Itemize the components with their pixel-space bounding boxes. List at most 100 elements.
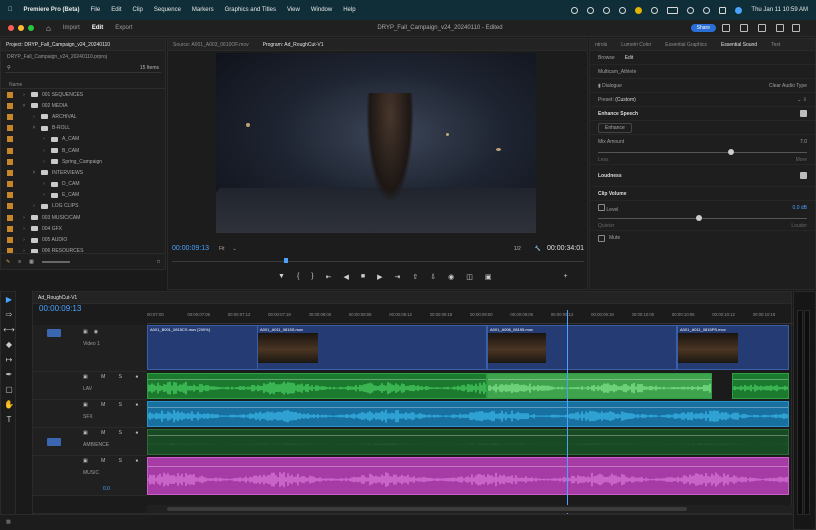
chevron-right-icon[interactable]: › — [41, 181, 47, 187]
bin-item[interactable]: › 001 SEQUENCES — [1, 89, 165, 100]
bin-item[interactable]: ˅ 002 MEDIA — [1, 100, 165, 111]
apple-icon[interactable]:  — [8, 7, 13, 13]
siri-icon[interactable] — [735, 6, 743, 14]
add-button-icon[interactable]: + — [564, 273, 568, 281]
timeline-scrollbar[interactable] — [147, 505, 793, 513]
bin-item[interactable]: › LOG CLIPS — [1, 201, 165, 212]
app-menu[interactable]: Premiere Pro (Beta) — [24, 7, 80, 13]
zoom-slider[interactable] — [41, 260, 70, 263]
menu-window[interactable]: Window — [311, 7, 332, 13]
track-header-sfx[interactable]: ▣ M S ● SFX — [33, 400, 147, 428]
selection-tool-icon[interactable]: ▶ — [1, 292, 17, 307]
menu-graphics[interactable]: Graphics and Titles — [225, 7, 276, 13]
chevron-right-icon[interactable]: › — [31, 114, 37, 120]
audio-clip[interactable] — [147, 373, 487, 399]
audio-clip[interactable] — [732, 373, 789, 399]
chevron-down-icon[interactable]: ˅ — [31, 125, 37, 131]
level-knob[interactable] — [696, 215, 703, 221]
icon-view-icon[interactable]: ▦ — [29, 259, 34, 265]
chevron-down-icon[interactable]: ˅ — [31, 170, 37, 176]
tab-essential-graphics[interactable]: Essential Graphics — [665, 42, 707, 48]
tab-edit[interactable]: Edit — [625, 55, 634, 61]
monitor-time-ruler[interactable] — [172, 261, 584, 266]
add-marker-icon[interactable]: ▼ — [278, 273, 285, 281]
home-icon[interactable]: ⌂ — [46, 24, 51, 33]
extract-icon[interactable]: ⇩ — [430, 273, 436, 281]
menu-file[interactable]: File — [91, 7, 101, 13]
bin-item[interactable]: ˅ INTERVIEWS — [1, 167, 165, 178]
list-view-icon[interactable]: ≡ — [18, 259, 21, 265]
wrench-icon[interactable]: 🔧 — [535, 246, 541, 252]
menu-help[interactable]: Help — [343, 7, 355, 13]
preset-select[interactable]: (Custom) — [615, 97, 636, 103]
mix-amount-knob[interactable] — [727, 149, 734, 155]
bin-item[interactable]: ˅ B-ROLL — [1, 123, 165, 134]
enhance-speech-checkbox[interactable] — [800, 110, 807, 117]
minimize-window-button[interactable] — [18, 25, 24, 31]
menu-clock[interactable]: Thu Jan 11 10:59 AM — [751, 7, 808, 13]
chevron-right-icon[interactable]: › — [21, 92, 27, 98]
enhance-button[interactable]: Enhance — [598, 122, 632, 133]
menu-edit[interactable]: Edit — [111, 7, 121, 13]
mark-out-icon[interactable]: } — [311, 273, 313, 281]
control-center-icon[interactable] — [719, 6, 727, 14]
loudness-checkbox[interactable] — [800, 172, 807, 179]
app-status-icon[interactable] — [603, 6, 611, 14]
chevron-right-icon[interactable]: › — [31, 203, 37, 209]
level-value[interactable]: 0.0 dB — [793, 205, 807, 211]
track-header-lav[interactable]: ▣ M S ● LAV — [33, 372, 147, 400]
search-icon[interactable]: ⚲ — [7, 65, 11, 71]
level-slider[interactable] — [598, 215, 807, 221]
alert-icon[interactable] — [635, 6, 643, 14]
playhead-timecode[interactable]: 00:00:09:13 — [172, 245, 209, 252]
search-icon[interactable] — [703, 6, 711, 14]
program-video-frame[interactable] — [216, 53, 536, 233]
timeline-ruler[interactable]: 00:07:00 00:00:07:06 00:00:07:12 00:00:07:1… — [147, 310, 793, 324]
go-to-out-icon[interactable]: ⇥ — [395, 273, 401, 281]
tab-effect-controls[interactable]: ntrols — [595, 42, 607, 48]
bin-item[interactable]: › Spring_Campaign — [1, 156, 165, 167]
multicam-icon[interactable]: ▣ — [485, 273, 492, 281]
audio-clip[interactable] — [147, 429, 789, 455]
ripple-edit-tool-icon[interactable]: ⟷ — [1, 322, 17, 337]
record-icon[interactable] — [619, 6, 627, 14]
video-clip[interactable]: A001_A011_0815PS.mov — [677, 325, 789, 370]
chevron-right-icon[interactable]: › — [21, 237, 27, 243]
step-back-icon[interactable]: ◀ — [344, 273, 349, 281]
scrollbar-thumb[interactable] — [167, 507, 687, 511]
share-button[interactable]: Share — [690, 24, 716, 32]
resolution-select[interactable]: 1/2 — [514, 246, 521, 252]
mix-amount-slider[interactable] — [598, 149, 807, 155]
pencil-icon[interactable]: ✎ — [6, 259, 10, 265]
video-clip[interactable]: A001_A011_0815S.mov — [257, 325, 487, 370]
battery-icon[interactable] — [667, 6, 679, 14]
export-frame-icon[interactable]: ◉ — [448, 273, 454, 281]
timeline-playhead[interactable] — [567, 310, 568, 515]
razor-tool-icon[interactable]: ◆ — [1, 337, 17, 352]
bin-item[interactable]: › E_CAM — [1, 190, 165, 201]
timeline-timecode[interactable]: 00:00:09:13 — [39, 304, 81, 313]
lift-icon[interactable]: ⇧ — [412, 273, 418, 281]
master-level-value[interactable]: 0.0 — [103, 486, 110, 492]
tab-essential-sound[interactable]: Essential Sound — [721, 42, 757, 48]
tab-project[interactable]: Project: DRYP_Fall_Campaign_v24_20240110 — [6, 42, 110, 48]
chevron-right-icon[interactable]: › — [41, 136, 47, 142]
level-checkbox[interactable] — [598, 203, 605, 211]
chevron-right-icon[interactable]: › — [41, 192, 47, 198]
stop-icon[interactable]: ■ — [361, 273, 365, 281]
video-clip[interactable]: A001_A006_08195.mov — [487, 325, 677, 370]
menu-sequence[interactable]: Sequence — [154, 7, 181, 13]
zoom-level-select[interactable]: Fit — [219, 246, 225, 252]
workspace-export[interactable]: Export — [115, 25, 132, 31]
track-target-badge[interactable] — [47, 438, 61, 446]
workspace-menu-icon[interactable] — [758, 24, 766, 32]
slip-tool-icon[interactable]: ↦ — [1, 352, 17, 367]
mute-checkbox[interactable] — [598, 234, 605, 242]
zoom-window-button[interactable] — [28, 25, 34, 31]
chevron-right-icon[interactable]: › — [41, 159, 47, 165]
panel-layout-icon[interactable] — [722, 24, 730, 32]
notifications-icon[interactable] — [776, 24, 784, 32]
wifi-icon[interactable] — [687, 6, 695, 14]
workspace-edit[interactable]: Edit — [92, 25, 103, 31]
tab-text[interactable]: Text — [771, 42, 780, 48]
